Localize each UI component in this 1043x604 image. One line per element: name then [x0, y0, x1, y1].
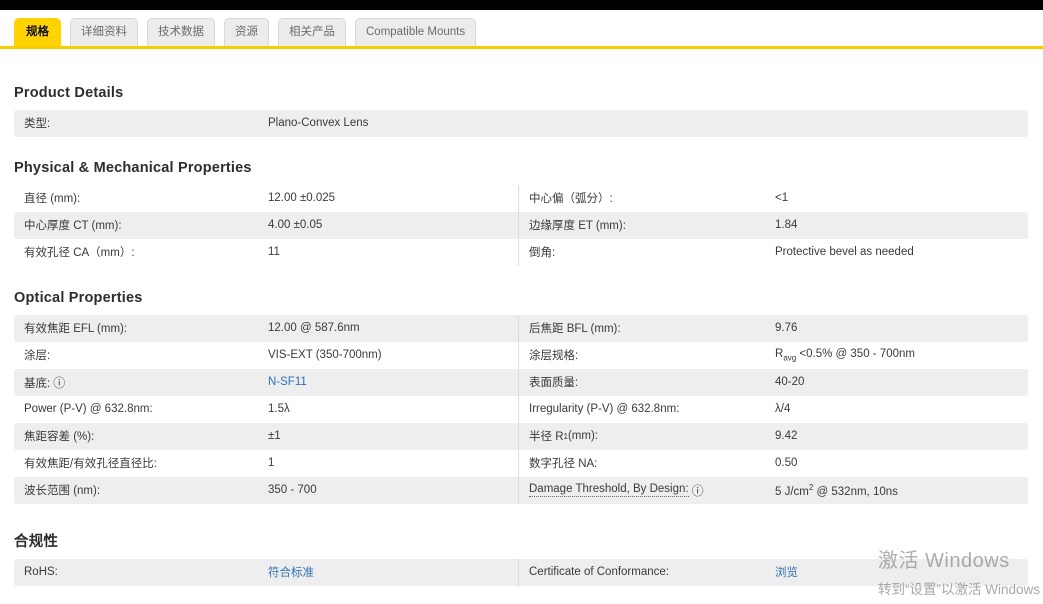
table-row: 涂层: VIS-EXT (350-700nm) 涂层规格: Ravg <0.5%…: [14, 341, 1028, 369]
row-value: 12.00 @ 587.6nm: [268, 322, 360, 334]
info-icon[interactable]: ⓘ: [692, 482, 704, 499]
row-value: 40-20: [775, 376, 805, 388]
substrate-link[interactable]: N-SF11: [268, 376, 307, 388]
row-label: 有效孔径 CA（mm）:: [24, 247, 135, 259]
section-title-product-details: Product Details: [14, 84, 124, 101]
row-value: N-SF11: [268, 376, 518, 388]
row-label: 直径 (mm):: [24, 193, 81, 205]
row-label: 后焦距 BFL (mm):: [518, 314, 775, 342]
row-value: 350 - 700: [268, 484, 317, 496]
row-label: 波长范围 (nm):: [24, 485, 101, 497]
row-label-text: 倒角:: [529, 247, 556, 259]
coating-spec-value: Ravg <0.5% @ 350 - 700nm: [775, 348, 1028, 362]
specs-content: Product Details 类型: Plano-Convex Lens Ph…: [0, 85, 1043, 586]
row-value: 符合标准: [268, 564, 518, 580]
row-label: 类型:: [24, 118, 51, 130]
row-value: 0.50: [775, 457, 798, 469]
row-value: λ/4: [775, 403, 791, 415]
radius-label: 半径 R1 (mm):: [518, 422, 775, 450]
value-subscript: avg: [783, 353, 797, 363]
row-label-text: Damage Threshold, By Design:: [529, 483, 689, 497]
row-label: 表面质量:: [518, 368, 775, 396]
damage-threshold-label: Damage Threshold, By Design: ⓘ: [518, 476, 775, 504]
row-label: 中心偏（弧分）:: [518, 184, 775, 212]
row-value: VIS-EXT (350-700nm): [268, 349, 382, 361]
table-row: 有效焦距/有效孔径直径比: 1 数字孔径 NA: 0.50: [14, 449, 1028, 477]
label-text: (mm):: [567, 430, 598, 442]
row-label-text: 边缘厚度 ET (mm):: [529, 220, 626, 232]
view-certificate-link[interactable]: 浏览: [775, 567, 798, 579]
tab-specs[interactable]: 规格: [14, 18, 61, 46]
section-title-optical: Optical Properties: [14, 289, 143, 306]
section-title-physical: Physical & Mechanical Properties: [14, 159, 252, 176]
table-row: 中心厚度 CT (mm): 4.00 ±0.05 边缘厚度 ET (mm): 1…: [14, 211, 1028, 239]
info-icon[interactable]: ⓘ: [53, 376, 65, 390]
row-label: RoHS:: [24, 566, 58, 578]
row-label: 涂层:: [24, 350, 51, 362]
row-label: Certificate of Conformance:: [518, 558, 775, 586]
table-row: 焦距容差 (%): ±1 半径 R1 (mm): 9.42: [14, 422, 1028, 450]
row-label-text: Irregularity (P-V) @ 632.8nm:: [529, 403, 680, 415]
rohs-compliant-link[interactable]: 符合标准: [268, 567, 314, 579]
row-value: 12.00 ±0.025: [268, 192, 336, 204]
tab-related-products[interactable]: 相关产品: [278, 18, 346, 46]
row-value: 9.42: [775, 430, 798, 442]
row-label: 中心厚度 CT (mm):: [24, 220, 122, 232]
row-value: 9.76: [775, 322, 798, 334]
row-label: 焦距容差 (%):: [24, 431, 95, 443]
row-label: Power (P-V) @ 632.8nm:: [24, 403, 153, 415]
row-value: 4.00 ±0.05: [268, 219, 323, 231]
section-title-compliance: 合规性: [14, 533, 59, 550]
damage-threshold-value: 5 J/cm2 @ 532nm, 10ns: [775, 483, 1028, 498]
table-row: 类型: Plano-Convex Lens: [14, 109, 1028, 137]
row-label: Irregularity (P-V) @ 632.8nm:: [518, 395, 775, 423]
accent-divider: [0, 45, 1043, 49]
row-label-text: Certificate of Conformance:: [529, 566, 669, 578]
row-value: 1.5λ: [268, 403, 290, 415]
row-value: Plano-Convex Lens: [268, 117, 369, 129]
tab-compatible-mounts[interactable]: Compatible Mounts: [355, 18, 477, 46]
row-value: 浏览: [775, 564, 1028, 580]
row-value: ±1: [268, 430, 281, 442]
table-row: 基底: ⓘ N-SF11 表面质量: 40-20: [14, 368, 1028, 396]
row-label-text: 表面质量:: [529, 377, 579, 389]
table-row: Power (P-V) @ 632.8nm: 1.5λ Irregularity…: [14, 395, 1028, 423]
substrate-label: 基底:: [24, 377, 51, 391]
value-text: <0.5% @ 350 - 700nm: [796, 347, 915, 360]
row-label-text: 中心偏（弧分）:: [529, 193, 613, 205]
table-row: 有效孔径 CA（mm）: 11 倒角: Protective bevel as …: [14, 238, 1028, 266]
row-label: 边缘厚度 ET (mm):: [518, 211, 775, 239]
row-value: <1: [775, 192, 789, 204]
row-value: 1: [268, 457, 275, 469]
row-value: Protective bevel as needed: [775, 246, 914, 258]
table-row: 直径 (mm): 12.00 ±0.025 中心偏（弧分）: <1: [14, 184, 1028, 212]
table-row: 有效焦距 EFL (mm): 12.00 @ 587.6nm 后焦距 BFL (…: [14, 314, 1028, 342]
value-text: @ 532nm, 10ns: [813, 485, 898, 498]
table-row: RoHS: 符合标准 Certificate of Conformance: 浏…: [14, 558, 1028, 586]
tab-technical-data[interactable]: 技术数据: [147, 18, 215, 46]
tab-bar: 规格 详细资料 技术数据 资源 相关产品 Compatible Mounts: [0, 18, 1043, 46]
tab-resources[interactable]: 资源: [224, 18, 269, 46]
top-black-bar: [0, 0, 1043, 10]
row-label: 有效焦距 EFL (mm):: [24, 323, 128, 335]
row-label-text: 后焦距 BFL (mm):: [529, 323, 621, 335]
row-label: 涂层规格:: [518, 341, 775, 369]
row-value: 1.84: [775, 219, 798, 231]
label-text: 半径 R: [529, 431, 564, 443]
row-label: 倒角:: [518, 238, 775, 266]
row-label: 基底: ⓘ: [14, 374, 268, 391]
row-label-text: 涂层规格:: [529, 350, 579, 362]
row-value: 11: [268, 246, 280, 258]
row-label-text: 数字孔径 NA:: [529, 458, 598, 470]
table-row: 波长范围 (nm): 350 - 700 Damage Threshold, B…: [14, 476, 1028, 504]
row-label: 有效焦距/有效孔径直径比:: [24, 458, 157, 470]
tab-details[interactable]: 详细资料: [70, 18, 138, 46]
row-label: 数字孔径 NA:: [518, 449, 775, 477]
value-text: 5 J/cm: [775, 485, 809, 498]
